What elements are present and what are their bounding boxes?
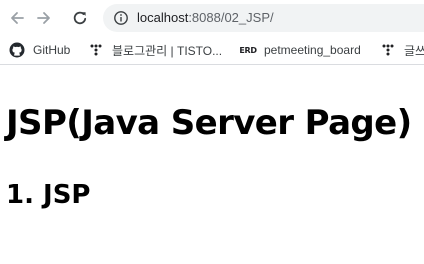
forward-button[interactable] <box>32 6 56 30</box>
erd-icon: ERD <box>239 45 257 55</box>
arrow-left-icon <box>11 12 24 24</box>
bookmark-label: petmeeting_board <box>264 43 361 57</box>
address-bar[interactable]: localhost:8088/02_JSP/ <box>103 4 424 32</box>
url-host: localhost <box>137 10 189 25</box>
reload-icon <box>73 11 87 25</box>
bookmark-label: GitHub <box>33 43 71 57</box>
section-heading: 1. JSP <box>6 180 91 210</box>
reload-button[interactable] <box>68 6 92 30</box>
tistory-icon <box>380 42 396 58</box>
bookmark-github[interactable]: GitHub <box>9 40 70 60</box>
back-button[interactable] <box>5 6 29 30</box>
bookmark-write[interactable]: 글쓰 <box>380 40 424 60</box>
page-title: JSP(Java Server Page) <box>6 103 412 143</box>
info-icon[interactable] <box>113 10 129 26</box>
github-icon <box>9 42 25 58</box>
bookmark-tistory-manage[interactable]: 블로그관리 | TISTO... <box>88 40 222 60</box>
url-path: :8088/02_JSP/ <box>188 10 274 25</box>
bookmark-label: 글쓰 <box>404 43 424 58</box>
bookmarks-bar: GitHub 블로그관리 | TISTO... ERD petmeeting_b… <box>0 36 424 65</box>
bookmark-petmeeting-board[interactable]: ERD petmeeting_board <box>239 40 361 60</box>
page-content: JSP(Java Server Page) 1. JSP <box>0 65 424 264</box>
tistory-icon <box>88 42 104 58</box>
bookmark-label: 블로그관리 | TISTO... <box>112 43 223 58</box>
arrow-right-icon <box>37 12 50 24</box>
url-text[interactable]: localhost:8088/02_JSP/ <box>137 10 274 26</box>
browser-toolbar: localhost:8088/02_JSP/ <box>0 0 424 36</box>
